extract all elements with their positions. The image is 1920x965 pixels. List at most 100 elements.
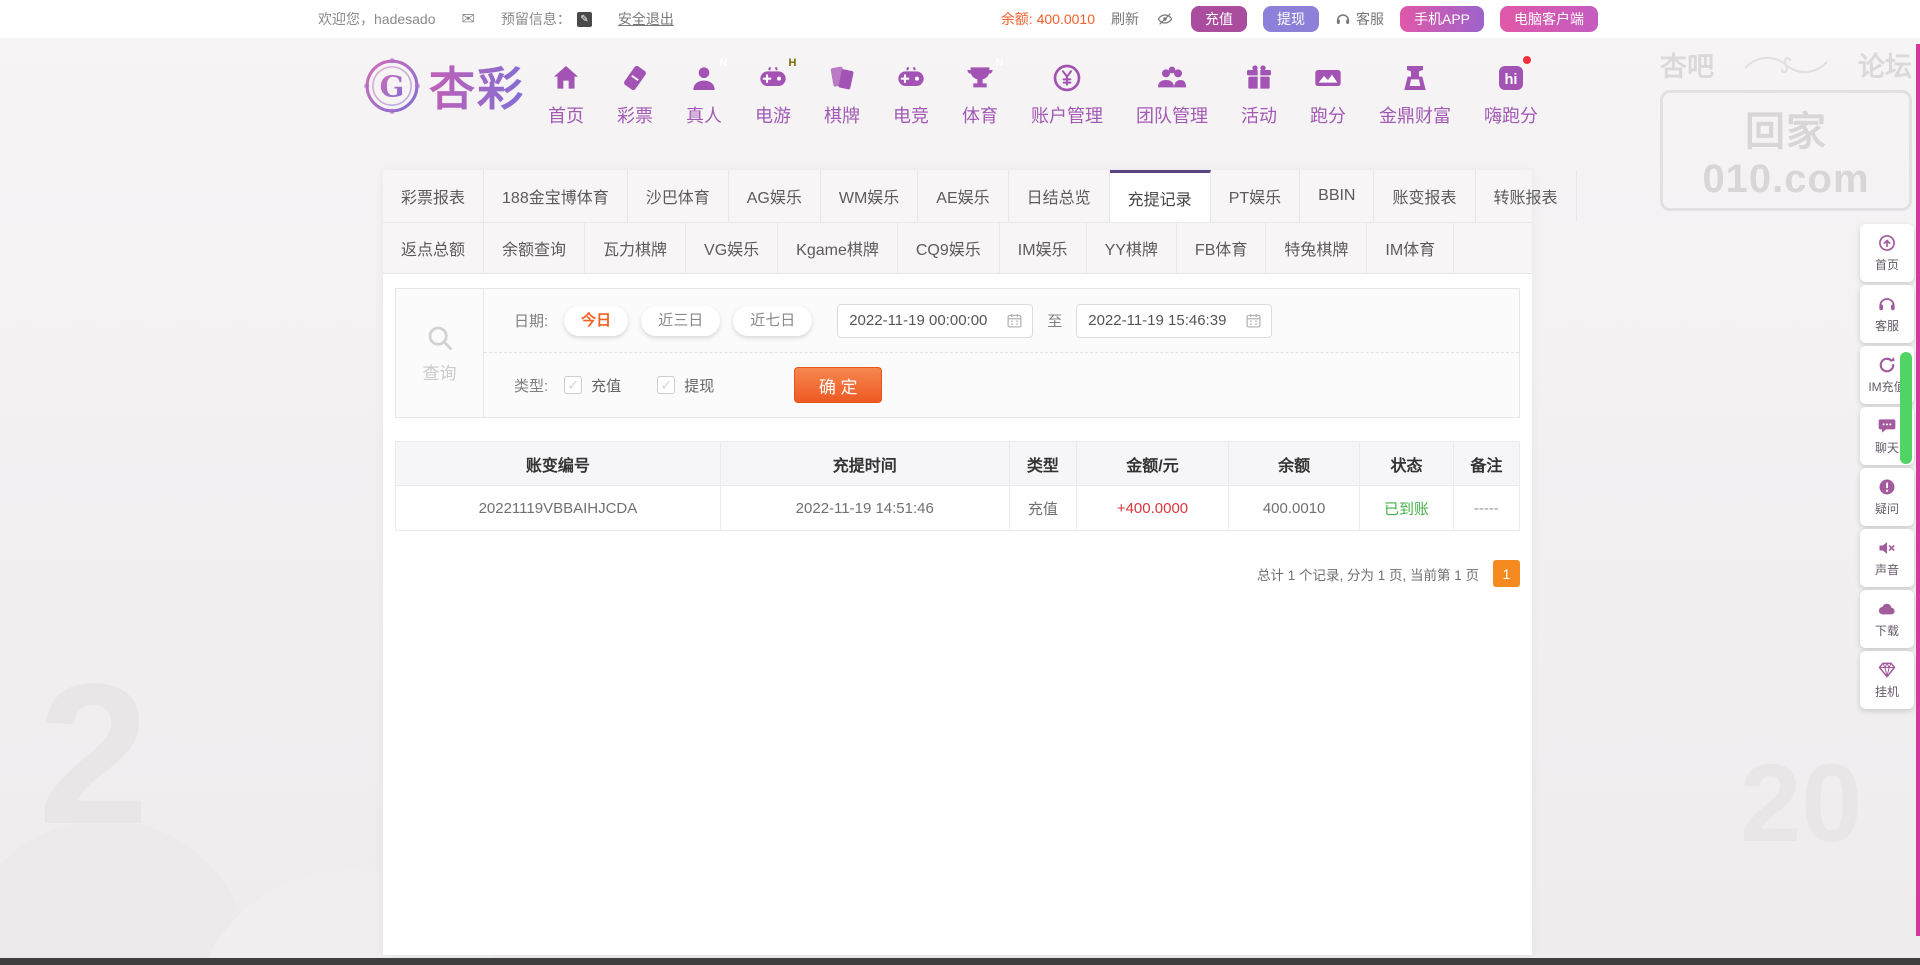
sidebar-item[interactable]: 客服 bbox=[1860, 285, 1914, 343]
right-edge-strip bbox=[1916, 44, 1920, 936]
confirm-button[interactable]: 确 定 bbox=[794, 367, 883, 403]
report-tab[interactable]: IM体育 bbox=[1367, 223, 1455, 273]
filter-panel: 查询 日期: 今日 近三日 近七日 2022-11-19 00:00:00 至 20… bbox=[395, 288, 1520, 418]
sidebar-item-label: 下载 bbox=[1874, 624, 1899, 638]
nav-item[interactable]: 跑分 bbox=[1310, 58, 1346, 128]
nav-item-label: 彩票 bbox=[617, 106, 653, 126]
type-checkbox-option[interactable]: ✓ 提现 bbox=[657, 375, 714, 396]
nav-item[interactable]: 账户管理 bbox=[1031, 58, 1103, 128]
edit-icon[interactable]: ✎ bbox=[576, 11, 592, 27]
cell-type: 充值 bbox=[1008, 485, 1078, 531]
nav-item[interactable]: 首页 bbox=[548, 58, 584, 128]
nav-item-label: 电竞 bbox=[893, 106, 929, 126]
pc-client-button[interactable]: 电脑客户端 bbox=[1500, 6, 1598, 32]
nav-item[interactable]: 彩票 bbox=[617, 58, 653, 128]
report-tab[interactable]: 日结总览 bbox=[1009, 170, 1110, 222]
nav-item-icon bbox=[1243, 58, 1275, 98]
watermark: 杏吧 论坛 回家010.com bbox=[1660, 45, 1912, 211]
sidebar-item[interactable]: 首页 bbox=[1860, 224, 1914, 282]
nav-item[interactable]: 棋牌 bbox=[824, 58, 860, 128]
report-tab[interactable]: CQ9娱乐 bbox=[898, 223, 1000, 273]
nav-item-label: 嗨跑分 bbox=[1484, 106, 1538, 126]
sidebar-item-icon bbox=[1877, 233, 1897, 253]
mobile-app-button[interactable]: 手机APP bbox=[1399, 6, 1484, 32]
nav-item-icon bbox=[1312, 58, 1344, 98]
table-row[interactable]: 20221119VBBAIHJCDA 2022-11-19 14:51:46 充… bbox=[395, 485, 1521, 531]
nav-item[interactable]: N 体育 bbox=[962, 57, 1003, 128]
report-tab[interactable]: 瓦力棋牌 bbox=[585, 223, 687, 273]
nav-item-label: 体育 bbox=[962, 106, 998, 126]
sidebar-item[interactable]: 挂机 bbox=[1860, 651, 1914, 709]
nav-item[interactable]: 电竞 bbox=[893, 58, 929, 128]
site-logo[interactable]: G 杏彩 bbox=[363, 53, 525, 119]
eye-off-icon[interactable] bbox=[1155, 11, 1175, 27]
checkbox-icon[interactable]: ✓ bbox=[657, 376, 676, 394]
topbar: 欢迎您，hadesado ✉ 预留信息： ✎ 安全退出 余额: 400.0010… bbox=[0, 0, 1920, 38]
nav-item-label: 首页 bbox=[548, 106, 584, 126]
report-tab[interactable]: 特兔棋牌 bbox=[1266, 223, 1368, 273]
sidebar-item-label: 客服 bbox=[1874, 319, 1899, 333]
logout-link[interactable]: 安全退出 bbox=[618, 9, 674, 29]
logo-text: 杏彩 bbox=[429, 53, 525, 119]
query-block: 查询 bbox=[396, 289, 484, 417]
sidebar-item-icon bbox=[1877, 599, 1897, 619]
nav-item[interactable]: N 真人 bbox=[686, 57, 727, 128]
report-tab[interactable]: 188金宝博体育 bbox=[484, 170, 628, 222]
report-tab[interactable]: AE娱乐 bbox=[918, 170, 1009, 222]
quick-date-pill[interactable]: 近三日 bbox=[641, 305, 721, 336]
sidebar-item-label: 挂机 bbox=[1874, 685, 1899, 699]
report-tab[interactable]: 余额查询 bbox=[484, 223, 586, 273]
sidebar-item-label: 疑问 bbox=[1874, 502, 1899, 516]
report-tab[interactable]: BBIN bbox=[1300, 170, 1375, 222]
nav-item[interactable]: 活动 bbox=[1241, 58, 1277, 128]
quick-date-pill[interactable]: 今日 bbox=[564, 305, 629, 336]
report-tab[interactable]: AG娱乐 bbox=[729, 170, 821, 222]
report-tab[interactable]: 彩票报表 bbox=[383, 170, 485, 222]
date-label: 日期: bbox=[514, 313, 549, 330]
nav-item[interactable]: 嗨跑分 bbox=[1484, 56, 1538, 128]
sidebar-item-icon bbox=[1877, 355, 1897, 375]
report-tab[interactable]: 转账报表 bbox=[1476, 170, 1577, 222]
date-to-input[interactable]: 2022-11-19 15:46:39 bbox=[1076, 303, 1273, 338]
withdraw-button[interactable]: 提现 bbox=[1262, 6, 1319, 32]
checkbox-label: 充值 bbox=[591, 377, 622, 395]
nav-item-label: 账户管理 bbox=[1031, 106, 1103, 126]
report-tab[interactable]: WM娱乐 bbox=[821, 170, 919, 222]
scrollbar-thumb[interactable] bbox=[1900, 352, 1912, 464]
quick-date-pill[interactable]: 近七日 bbox=[733, 305, 813, 336]
headset-icon bbox=[1335, 11, 1351, 27]
nav-item[interactable]: 金鼎财富 bbox=[1379, 58, 1451, 128]
report-tab[interactable]: YY棋牌 bbox=[1087, 223, 1177, 273]
pagination: 总计 1 个记录, 分为 1 页, 当前第 1 页 1 bbox=[395, 560, 1520, 587]
customer-service-link[interactable]: 客服 bbox=[1335, 9, 1384, 29]
nav-item[interactable]: 团队管理 bbox=[1136, 58, 1208, 128]
report-tab[interactable]: 充提记录 bbox=[1109, 170, 1211, 222]
nav-item[interactable]: H 电游 bbox=[755, 57, 796, 128]
cell-amount: +400.0000 bbox=[1076, 485, 1229, 531]
date-from-input[interactable]: 2022-11-19 00:00:00 bbox=[837, 303, 1034, 338]
report-tab[interactable]: 返点总额 bbox=[383, 223, 485, 273]
nav-item-label: 真人 bbox=[686, 106, 722, 126]
report-tab[interactable]: 账变报表 bbox=[1374, 170, 1476, 222]
report-tab[interactable]: 沙巴体育 bbox=[628, 170, 729, 222]
mail-icon[interactable]: ✉ bbox=[462, 9, 475, 29]
sidebar-item-icon bbox=[1877, 660, 1897, 680]
sidebar-item[interactable]: 声音 bbox=[1860, 529, 1914, 587]
nav-item-icon bbox=[826, 58, 858, 98]
report-tab[interactable]: Kgame棋牌 bbox=[778, 223, 898, 273]
page-1-button[interactable]: 1 bbox=[1493, 560, 1520, 587]
report-tab[interactable]: VG娱乐 bbox=[686, 223, 779, 273]
sidebar-item[interactable]: 疑问 bbox=[1860, 468, 1914, 526]
main-nav: 首页 彩票 N 真人 H 电游 棋牌 电竞 N 体育 账户管理 团队管理 活动 … bbox=[548, 56, 1538, 128]
type-checkbox-option[interactable]: ✓ 充值 bbox=[564, 375, 621, 396]
table-body: 20221119VBBAIHJCDA 2022-11-19 14:51:46 充… bbox=[395, 485, 1521, 531]
search-icon bbox=[425, 323, 455, 353]
sidebar-item[interactable]: 下载 bbox=[1860, 590, 1914, 648]
checkbox-icon[interactable]: ✓ bbox=[564, 376, 583, 394]
report-tab[interactable]: IM娱乐 bbox=[1000, 223, 1087, 273]
content-card: 彩票报表 188金宝博体育 沙巴体育 AG娱乐 WM娱乐 AE娱乐 日结总览 充提记录 PT娱乐… bbox=[383, 170, 1577, 955]
refresh-link[interactable]: 刷新 bbox=[1111, 9, 1139, 29]
report-tab[interactable]: FB体育 bbox=[1177, 223, 1267, 273]
deposit-button[interactable]: 充值 bbox=[1190, 6, 1247, 32]
report-tab[interactable]: PT娱乐 bbox=[1211, 170, 1301, 222]
